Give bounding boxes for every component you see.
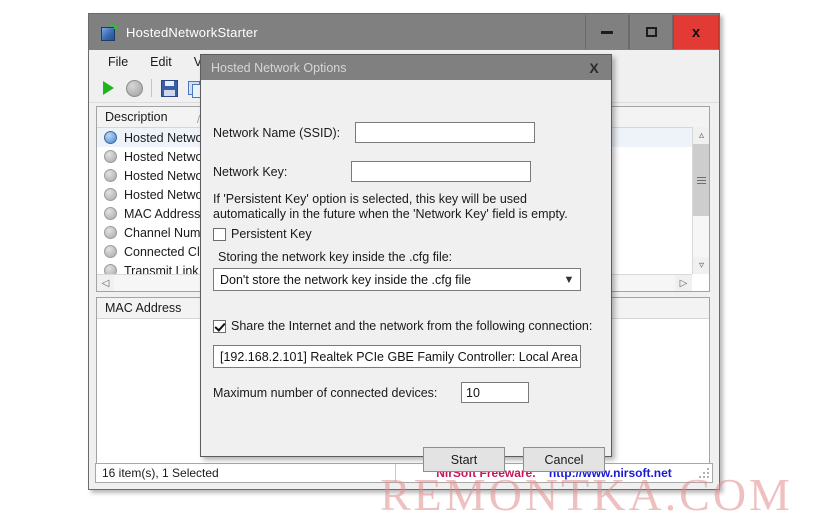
ssid-input[interactable]	[355, 122, 535, 143]
column-header-mac-address[interactable]: MAC Address	[97, 298, 209, 318]
window-controls: x	[585, 14, 719, 50]
status-item-count: 16 item(s), 1 Selected	[96, 464, 396, 482]
app-icon	[99, 23, 117, 41]
start-button[interactable]: Start	[423, 447, 505, 472]
max-devices-label: Maximum number of connected devices:	[213, 386, 438, 400]
dialog-close-button[interactable]: X	[577, 55, 611, 80]
hosted-network-options-dialog: Hosted Network Options X Network Name (S…	[200, 54, 612, 472]
max-devices-input[interactable]	[461, 382, 529, 403]
persistent-key-note: If 'Persistent Key' option is selected, …	[213, 192, 568, 221]
sphere-icon	[104, 226, 117, 239]
start-icon	[102, 81, 114, 95]
list-item-label: Connected Clie	[124, 244, 210, 259]
stop-button[interactable]	[121, 76, 147, 100]
sphere-icon	[104, 150, 117, 163]
globe-icon	[104, 131, 117, 144]
storing-key-label: Storing the network key inside the .cfg …	[218, 250, 453, 264]
persistent-key-checkbox-row[interactable]: Persistent Key	[213, 227, 312, 241]
minimize-icon	[601, 30, 613, 34]
share-internet-checkbox[interactable]	[213, 319, 226, 333]
column-header-description[interactable]: Description /	[97, 107, 209, 127]
minimize-button[interactable]	[585, 15, 629, 49]
close-icon: X	[589, 59, 599, 76]
persistent-key-label: Persistent Key	[231, 227, 312, 241]
vertical-scrollbar[interactable]: ▵ ▿	[692, 127, 709, 274]
network-adapter-selected-value: [192.168.2.101] Realtek PCIe GBE Family …	[220, 349, 581, 364]
menu-edit[interactable]: Edit	[139, 52, 183, 72]
share-internet-label: Share the Internet and the network from …	[231, 319, 593, 333]
dialog-title-bar: Hosted Network Options X	[201, 55, 611, 80]
sphere-icon	[104, 169, 117, 182]
sphere-icon	[104, 245, 117, 258]
window-title: HostedNetworkStarter	[126, 24, 258, 40]
chevron-down-icon: ▼	[563, 273, 575, 286]
title-bar: HostedNetworkStarter x	[89, 14, 719, 50]
scroll-down-icon[interactable]: ▿	[693, 257, 709, 274]
share-internet-checkbox-row[interactable]: Share the Internet and the network from …	[213, 319, 592, 333]
network-key-label: Network Key:	[213, 165, 288, 179]
persistent-key-checkbox[interactable]	[213, 227, 226, 241]
ssid-label: Network Name (SSID):	[213, 126, 341, 140]
scroll-right-icon[interactable]: ▷	[675, 275, 692, 291]
column-header-label: MAC Address	[105, 301, 182, 315]
toolbar-separator	[151, 79, 152, 97]
stop-icon	[125, 79, 143, 97]
column-header-label: Description	[105, 110, 168, 124]
dialog-body: Network Name (SSID): Network Key: If 'Pe…	[201, 80, 611, 472]
close-button[interactable]: x	[673, 15, 719, 49]
resize-grip-icon[interactable]	[698, 467, 710, 479]
storing-key-select[interactable]: Don't store the network key inside the .…	[213, 268, 581, 291]
list-item-label: Channel Numb	[124, 225, 208, 240]
status-bar: 16 item(s), 1 Selected NirSoft Freeware.…	[95, 463, 713, 483]
sphere-icon	[104, 207, 117, 220]
scroll-left-icon[interactable]: ◁	[97, 275, 114, 291]
network-key-input[interactable]	[351, 161, 531, 182]
maximize-icon	[645, 27, 657, 37]
maximize-button[interactable]	[629, 15, 673, 49]
storing-key-selected-value: Don't store the network key inside the .…	[220, 272, 472, 287]
cancel-button[interactable]: Cancel	[523, 447, 605, 472]
start-button[interactable]	[95, 76, 121, 100]
menu-file[interactable]: File	[97, 52, 139, 72]
list-item-label: MAC Address	[124, 206, 201, 221]
close-icon: x	[691, 23, 701, 41]
dialog-title: Hosted Network Options	[211, 60, 347, 75]
vertical-scroll-thumb[interactable]	[693, 144, 709, 216]
scroll-up-icon[interactable]: ▵	[693, 127, 709, 144]
network-adapter-select[interactable]: [192.168.2.101] Realtek PCIe GBE Family …	[213, 345, 581, 368]
save-icon	[160, 79, 178, 97]
sphere-icon	[104, 188, 117, 201]
save-button[interactable]	[156, 76, 182, 100]
